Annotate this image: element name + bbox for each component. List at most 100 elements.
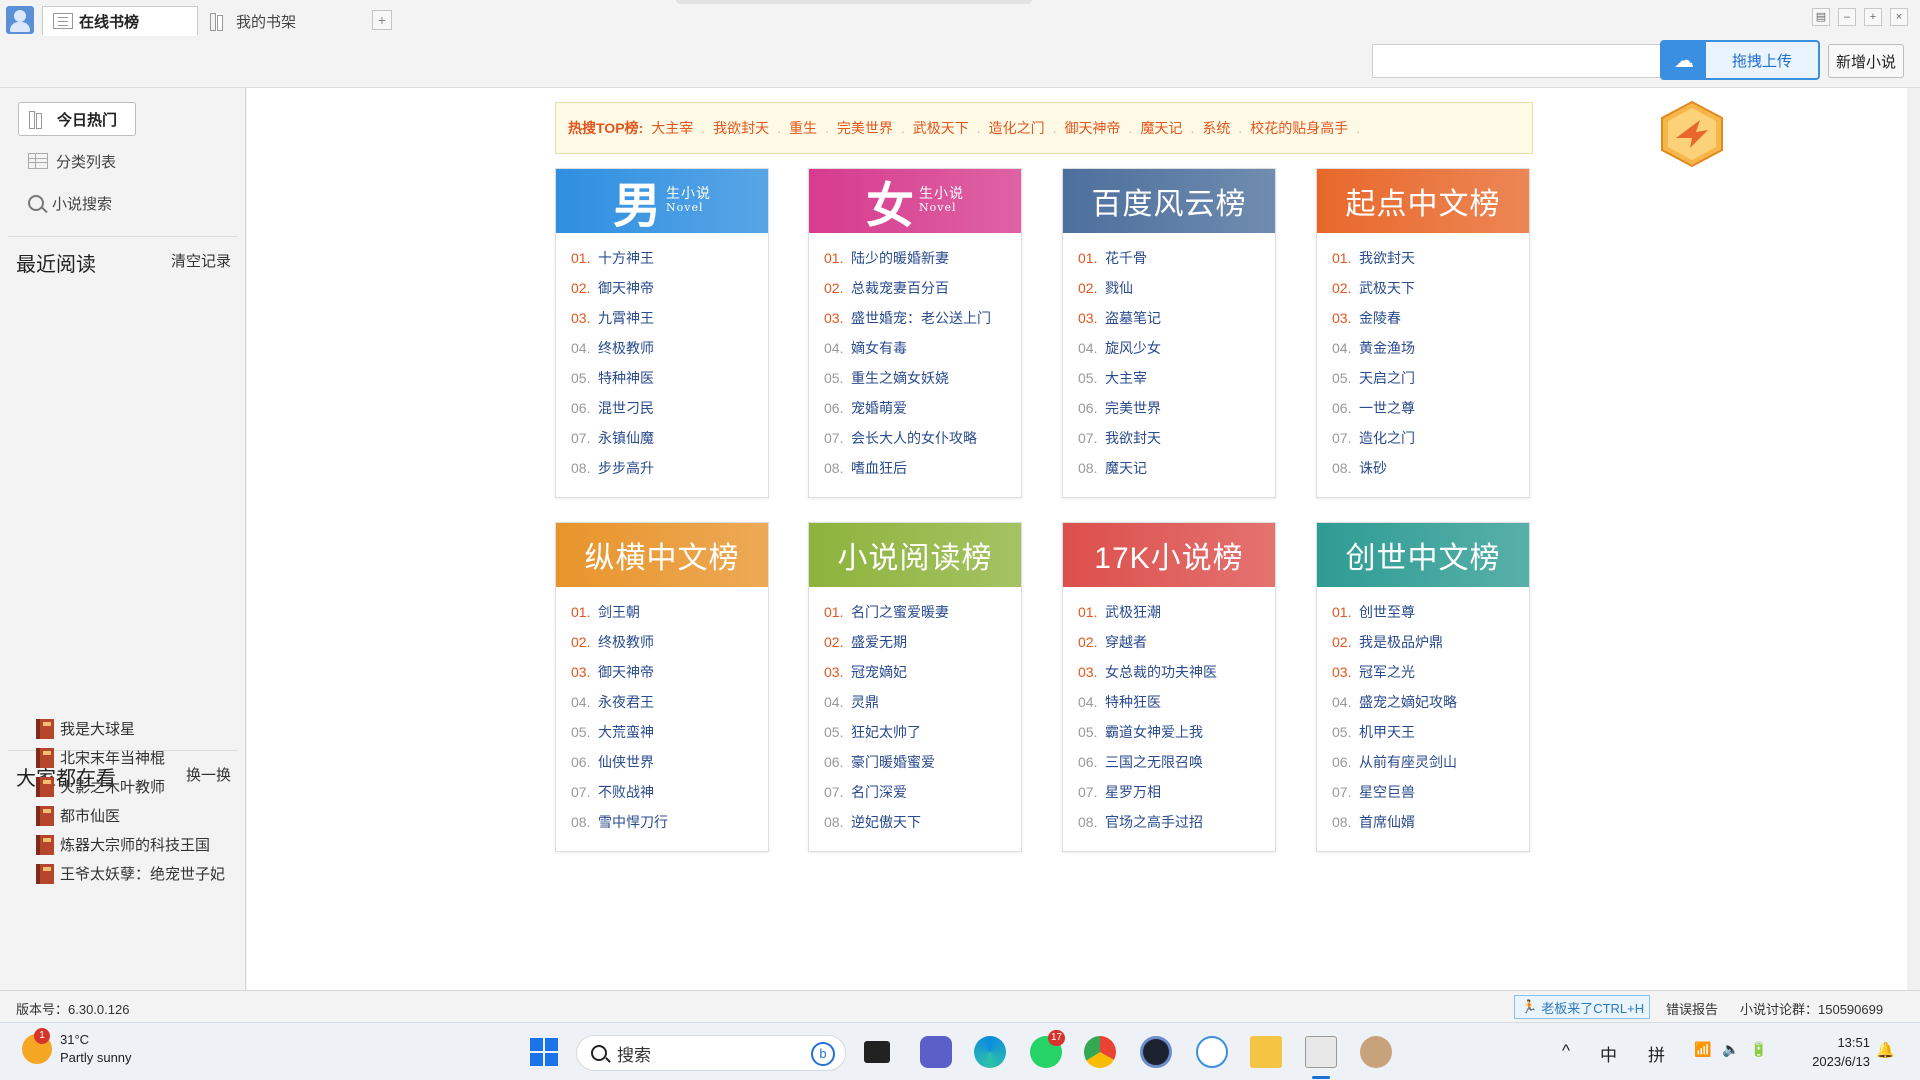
popular-item[interactable]: 王爷太妖孽：绝宠世子妃 [36,859,225,888]
board-header[interactable]: 女生小说 Novel [809,169,1021,234]
whatsapp-icon[interactable]: 17 [1030,1030,1066,1068]
chrome-icon[interactable] [1084,1036,1116,1068]
board-list-item[interactable]: 07. 会长大人的女仆攻略 [824,423,1021,453]
board-list-item[interactable]: 07. 不败战神 [571,777,768,807]
wifi-icon[interactable]: 📶 [1694,1041,1711,1058]
board-list-item[interactable]: 01. 名门之蜜爱暖妻 [824,597,1021,627]
hot-search-item[interactable]: 完美世界 [837,120,893,136]
board-header[interactable]: 起点中文榜 [1317,169,1529,233]
board-list-item[interactable]: 03. 金陵春 [1332,303,1529,333]
board-header[interactable]: 男生小说 Novel [556,169,768,234]
minimize-button[interactable]: – [1838,8,1856,26]
board-list-item[interactable]: 02. 总裁宠妻百分百 [824,273,1021,303]
volume-icon[interactable]: 🔈 [1722,1041,1739,1058]
hot-search-item[interactable]: 造化之门 [989,120,1045,136]
board-list-item[interactable]: 05. 机甲天王 [1332,717,1529,747]
upload-button[interactable]: ☁ 拖拽上传 [1660,40,1820,80]
board-list-item[interactable]: 04. 嫡女有毒 [824,333,1021,363]
nav-novel-search[interactable]: 小说搜索 [18,186,136,220]
board-list-item[interactable]: 06. 三国之无限召唤 [1078,747,1275,777]
board-list-item[interactable]: 06. 完美世界 [1078,393,1275,423]
board-list-item[interactable]: 03. 冠军之光 [1332,657,1529,687]
new-novel-button[interactable]: 新增小说 [1828,44,1904,78]
board-list-item[interactable]: 04. 黄金渔场 [1332,333,1529,363]
hot-search-item[interactable]: 御天神帝 [1065,120,1121,136]
board-list-item[interactable]: 02. 盛爱无期 [824,627,1021,657]
board-list-item[interactable]: 03. 冠宠嫡妃 [824,657,1021,687]
edge-icon[interactable] [974,1036,1006,1068]
user-avatar[interactable] [6,6,34,34]
error-report-link[interactable]: 错误报告 [1666,999,1718,1018]
search-input[interactable] [1372,44,1662,78]
file-explorer-icon[interactable] [1250,1036,1282,1068]
board-list-item[interactable]: 02. 我是极品炉鼎 [1332,627,1529,657]
popular-item[interactable]: 北宋末年当神棍 [36,743,225,772]
board-list-item[interactable]: 08. 官场之高手过招 [1078,807,1275,837]
board-list-item[interactable]: 08. 步步高升 [571,453,768,483]
ime-mode[interactable]: 拼 [1648,1041,1665,1066]
board-list-item[interactable]: 06. 一世之尊 [1332,393,1529,423]
board-list-item[interactable]: 02. 武极天下 [1332,273,1529,303]
clear-history-link[interactable]: 清空记录 [171,250,231,271]
board-list-item[interactable]: 08. 嗜血狂后 [824,453,1021,483]
board-list-item[interactable]: 05. 大荒蛮神 [571,717,768,747]
board-list-item[interactable]: 07. 星空巨兽 [1332,777,1529,807]
board-list-item[interactable]: 02. 戮仙 [1078,273,1275,303]
windows-start-icon[interactable] [528,1036,560,1068]
hot-search-item[interactable]: 大主宰 [651,120,693,136]
hot-search-item[interactable]: 武极天下 [913,120,969,136]
board-list-item[interactable]: 06. 豪门暖婚蜜爱 [824,747,1021,777]
board-list-item[interactable]: 05. 特种神医 [571,363,768,393]
board-list-item[interactable]: 01. 创世至尊 [1332,597,1529,627]
board-list-item[interactable]: 03. 御天神帝 [571,657,768,687]
board-header[interactable]: 纵横中文榜 [556,523,768,587]
taskbar-search[interactable]: 搜索 b [576,1035,846,1071]
board-list-item[interactable]: 06. 宠婚萌爱 [824,393,1021,423]
board-list-item[interactable]: 03. 盗墓笔记 [1078,303,1275,333]
hot-search-item[interactable]: 我欲封天 [713,120,769,136]
maximize-button[interactable]: + [1864,8,1882,26]
board-list-item[interactable]: 02. 穿越者 [1078,627,1275,657]
board-list-item[interactable]: 03. 女总裁的功夫神医 [1078,657,1275,687]
board-list-item[interactable]: 01. 花千骨 [1078,243,1275,273]
board-list-item[interactable]: 05. 狂妃太帅了 [824,717,1021,747]
board-list-item[interactable]: 07. 造化之门 [1332,423,1529,453]
tab-my-shelf[interactable]: 我的书架 [200,6,350,36]
board-list-item[interactable]: 07. 星罗万相 [1078,777,1275,807]
board-list-item[interactable]: 05. 天启之门 [1332,363,1529,393]
board-list-item[interactable]: 05. 霸道女神爱上我 [1078,717,1275,747]
baidu-netdisk-icon[interactable] [1196,1036,1228,1068]
popular-item[interactable]: 炼器大宗师的科技王国 [36,830,225,859]
board-list-item[interactable]: 03. 九霄神王 [571,303,768,333]
close-button[interactable]: × [1890,8,1908,26]
board-list-item[interactable]: 06. 仙侠世界 [571,747,768,777]
board-list-item[interactable]: 04. 灵鼎 [824,687,1021,717]
board-list-item[interactable]: 08. 魔天记 [1078,453,1275,483]
battery-icon[interactable]: 🔋 [1750,1041,1767,1058]
board-list-item[interactable]: 04. 旋风少女 [1078,333,1275,363]
skin-icon[interactable]: ▤ [1812,8,1830,26]
ime-language[interactable]: 中 [1600,1041,1617,1066]
nav-today-hot[interactable]: 今日热门 [18,102,136,136]
board-list-item[interactable]: 06. 从前有座灵剑山 [1332,747,1529,777]
novel-reader-icon[interactable] [1305,1036,1337,1068]
board-list-item[interactable]: 02. 御天神帝 [571,273,768,303]
notification-icon[interactable]: 🔔 [1876,1041,1895,1059]
board-list-item[interactable]: 04. 盛宠之嫡妃攻略 [1332,687,1529,717]
nav-categories[interactable]: 分类列表 [18,144,136,178]
board-header[interactable]: 创世中文榜 [1317,523,1529,587]
board-header[interactable]: 17K小说榜 [1063,523,1275,587]
tab-online-rank[interactable]: 在线书榜 [42,6,198,36]
board-list-item[interactable]: 06. 混世刁民 [571,393,768,423]
board-list-item[interactable]: 02. 终极教师 [571,627,768,657]
board-list-item[interactable]: 04. 永夜君王 [571,687,768,717]
hot-search-item[interactable]: 重生 [789,120,817,136]
board-list-item[interactable]: 07. 永镇仙魔 [571,423,768,453]
board-list-item[interactable]: 03. 盛世婚宠：老公送上门 [824,303,1021,333]
media-app-icon[interactable] [1140,1036,1172,1068]
board-list-item[interactable]: 01. 十方神王 [571,243,768,273]
board-header[interactable]: 百度风云榜 [1063,169,1275,233]
board-list-item[interactable]: 01. 武极狂潮 [1078,597,1275,627]
avatar-app-icon[interactable] [1360,1036,1392,1068]
popular-item[interactable]: 火影之木叶教师 [36,772,225,801]
